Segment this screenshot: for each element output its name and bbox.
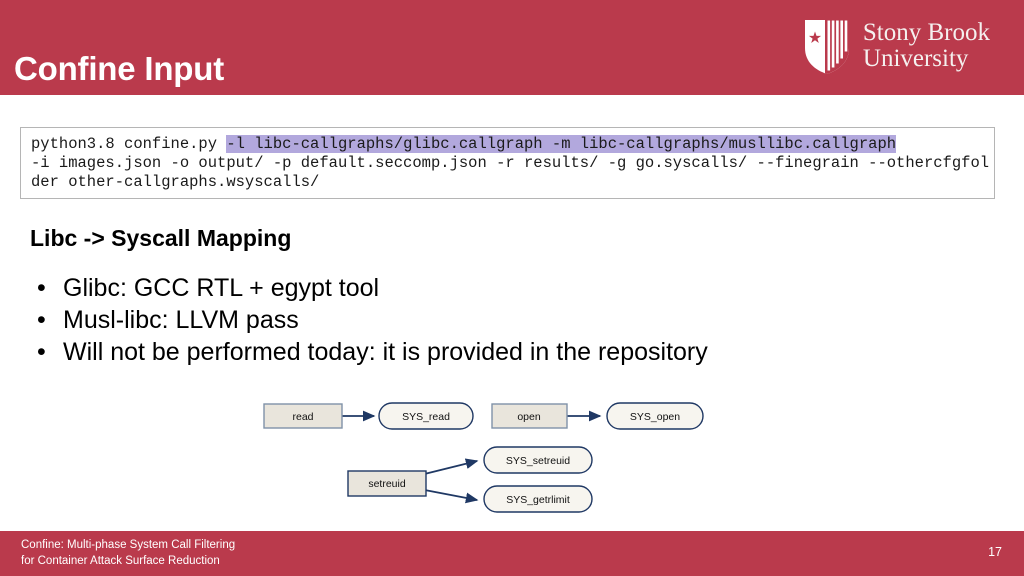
footer-citation-line1: Confine: Multi-phase System Call Filteri… [21,539,236,551]
command-highlighted-args: -l libc-callgraphs/glibc.callgraph -m li… [226,135,897,153]
bullet-icon: • [37,274,46,302]
logo-wordmark-line1: Stony Brook [862,18,990,46]
diagram-node-sys-open-label: SYS_open [630,411,680,423]
list-item-label: Musl-libc: LLVM pass [63,306,299,334]
libc-to-syscall-diagram: read SYS_read open SYS_open setreuid SYS… [263,402,704,513]
bullet-icon: • [37,338,46,366]
shield-icon [804,20,849,74]
diagram-node-sys-setreuid-label: SYS_setreuid [506,455,570,467]
page-number: 17 [988,545,1002,559]
list-item-label: Glibc: GCC RTL + egypt tool [63,274,380,302]
stony-brook-university-logo: Stony Brook University [803,16,990,78]
command-code-box: python3.8 confine.py -l libc-callgraphs/… [20,127,995,199]
logo-wordmark-line2: University [862,45,969,72]
list-item-label: Will not be performed today: it is provi… [63,338,708,366]
command-suffix: -i images.json -o output/ -p default.sec… [31,154,990,191]
diagram-node-setreuid-label: setreuid [368,478,406,490]
section-heading: Libc -> Syscall Mapping [30,225,292,251]
diagram-node-open-label: open [517,411,541,423]
list-item: • Will not be performed today: it is pro… [32,336,932,368]
bullet-list: • Glibc: GCC RTL + egypt tool • Musl-lib… [32,272,932,368]
bullet-icon: • [37,306,46,334]
list-item: • Glibc: GCC RTL + egypt tool [32,272,932,304]
page-title: Confine Input [14,50,225,87]
logo-wordmark: Stony Brook University [862,18,990,75]
command-text: python3.8 confine.py -l libc-callgraphs/… [31,135,990,192]
footer-citation-line2: for Container Attack Surface Reduction [21,554,220,567]
footer-band: Confine: Multi-phase System Call Filteri… [0,531,1024,576]
diagram-node-sys-getrlimit-label: SYS_getrlimit [506,494,570,506]
diagram-node-sys-read-label: SYS_read [402,411,450,423]
command-prefix: python3.8 confine.py [31,135,227,153]
list-item: • Musl-libc: LLVM pass [32,304,932,336]
footer-citation: Confine: Multi-phase System Call Filteri… [21,538,235,569]
diagram-node-read-label: read [292,411,313,423]
